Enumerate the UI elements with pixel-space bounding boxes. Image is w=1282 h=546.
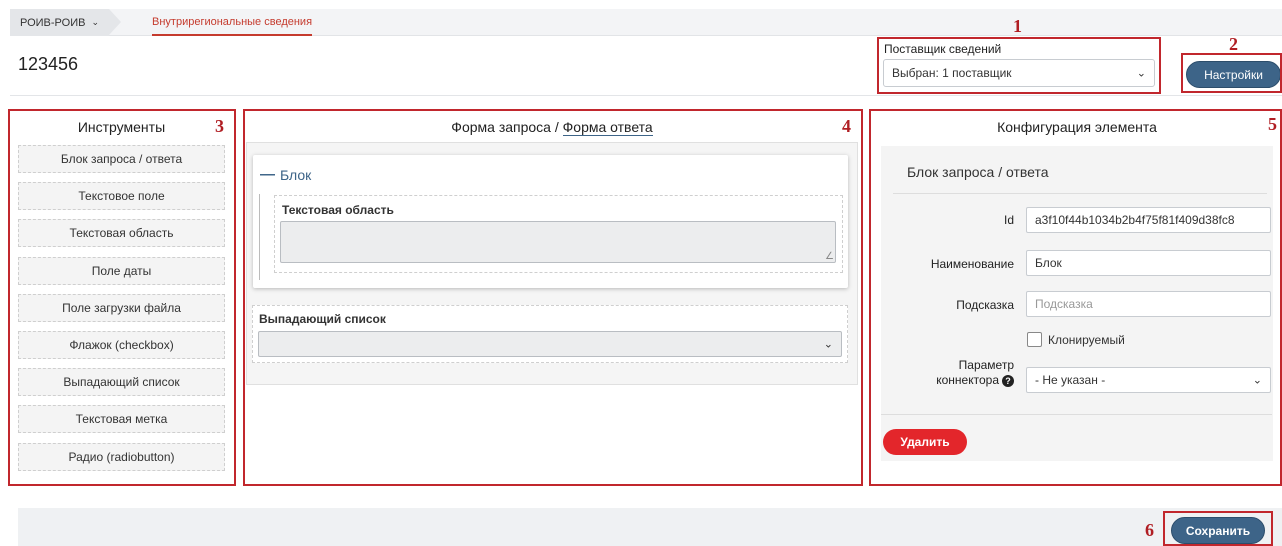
connector-select[interactable]: - Не указан - ⌄ (1026, 367, 1271, 393)
annotation-number-2: 2 (1229, 34, 1238, 54)
collapse-minus-icon[interactable]: — (260, 166, 275, 183)
chevron-down-icon: ⌄ (823, 338, 833, 351)
help-icon[interactable]: ? (1002, 374, 1014, 387)
tab-request-form[interactable]: Форма запроса (451, 119, 551, 135)
breadcrumb-active-tab[interactable]: Внутрирегиональные сведения (152, 9, 313, 36)
id-label: Id (1003, 213, 1014, 227)
resize-grip-icon[interactable]: ∠ (825, 251, 834, 262)
annotation-number-1: 1 (1013, 16, 1022, 36)
clone-checkbox[interactable] (1027, 332, 1042, 347)
annotation-box-2 (1181, 53, 1282, 93)
breadcrumb-root-label: РОИВ-РОИВ (20, 16, 86, 29)
form-title-separator: / (550, 119, 563, 135)
dropdown-label: Выпадающий список (259, 312, 386, 326)
config-divider-bottom (881, 414, 1272, 415)
tool-item-checkbox[interactable]: Флажок (checkbox) (18, 331, 225, 359)
id-field[interactable]: a3f10f44b1034b2b4f75f81f409d38fc8 (1026, 207, 1271, 233)
config-divider (893, 193, 1267, 194)
hint-field[interactable]: Подсказка (1026, 291, 1271, 317)
delete-button[interactable]: Удалить (883, 429, 967, 455)
chevron-down-icon: ⌄ (91, 17, 99, 27)
tool-item-text-field[interactable]: Текстовое поле (18, 182, 225, 210)
tool-item-label[interactable]: Текстовая метка (18, 405, 225, 433)
connector-select-value: - Не указан - (1035, 373, 1106, 387)
connector-label-line1: Параметр (958, 358, 1014, 372)
name-label: Наименование (930, 257, 1014, 271)
textarea-input[interactable] (280, 221, 836, 263)
breadcrumb: РОИВ-РОИВ ⌄ Внутрирегиональные сведения (10, 9, 1282, 36)
header-divider (10, 95, 1282, 96)
tools-title: Инструменты (77, 119, 166, 135)
tool-item-radio[interactable]: Радио (radiobutton) (18, 443, 225, 471)
textarea-label: Текстовая область (282, 203, 394, 217)
breadcrumb-root[interactable]: РОИВ-РОИВ ⌄ (10, 9, 121, 36)
tool-item-text-area[interactable]: Текстовая область (18, 219, 225, 247)
tool-item-request-block[interactable]: Блок запроса / ответа (18, 145, 225, 173)
block-title: Блок (280, 167, 312, 183)
tab-response-form[interactable]: Форма ответа (562, 119, 653, 136)
annotation-number-6: 6 (1145, 520, 1154, 540)
connector-label: Параметр коннектора? (900, 358, 1014, 388)
hint-label: Подсказка (956, 298, 1014, 312)
page-title: 123456 (18, 54, 79, 74)
name-field[interactable]: Блок (1026, 250, 1271, 276)
annotation-box-1 (877, 37, 1161, 94)
tool-item-file-upload[interactable]: Поле загрузки файла (18, 294, 225, 322)
footer-bar (18, 508, 1282, 546)
config-title: Конфигурация элемента (997, 119, 1157, 135)
clone-checkbox-label: Клонируемый (1048, 333, 1125, 347)
form-title: Форма запроса / Форма ответа (246, 119, 858, 136)
connector-label-line2: коннектора? (900, 373, 1014, 388)
chevron-down-icon: ⌄ (1252, 374, 1262, 387)
connector-label-text: коннектора (936, 373, 999, 387)
tool-item-date-field[interactable]: Поле даты (18, 257, 225, 285)
annotation-box-6 (1163, 511, 1273, 546)
tool-item-dropdown[interactable]: Выпадающий список (18, 368, 225, 396)
config-subtitle: Блок запроса / ответа (907, 164, 1049, 180)
dropdown-select[interactable]: ⌄ (258, 331, 842, 357)
